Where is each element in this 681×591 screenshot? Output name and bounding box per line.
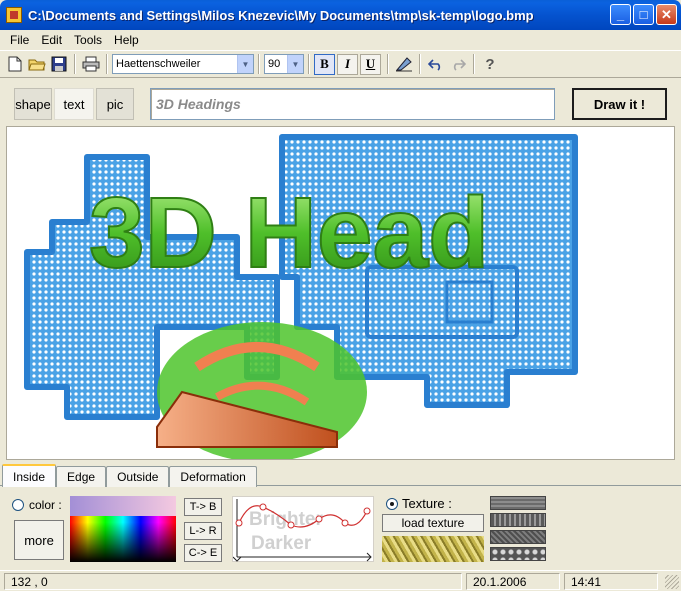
save-icon[interactable]: [48, 53, 70, 75]
direction-left-right-button[interactable]: L-> R: [184, 522, 222, 540]
tab-inside[interactable]: Inside: [2, 464, 57, 487]
texture-preview: [382, 536, 484, 562]
resize-grip-icon[interactable]: [665, 575, 679, 589]
shape-mode-button[interactable]: shape: [14, 88, 52, 120]
redo-icon[interactable]: [447, 53, 469, 75]
curve-graph: [233, 499, 372, 562]
open-folder-icon[interactable]: [26, 53, 48, 75]
clear-icon[interactable]: [393, 53, 415, 75]
menu-tools[interactable]: Tools: [68, 33, 108, 47]
orange-wedge-graphic: [156, 322, 367, 459]
minimize-button[interactable]: _: [610, 4, 631, 25]
new-file-icon[interactable]: [4, 53, 26, 75]
italic-button[interactable]: I: [337, 53, 358, 75]
status-time: 14:41: [564, 573, 658, 590]
texture-swatch-3[interactable]: [490, 530, 546, 544]
text-mode-button[interactable]: text: [54, 88, 94, 120]
window-controls: _ □ ✕: [610, 4, 677, 25]
mode-row: shape text pic 3D Headings Draw it !: [0, 80, 681, 124]
chevron-down-icon[interactable]: ▼: [237, 55, 253, 73]
status-bar: 132 , 0 20.1.2006 14:41: [0, 570, 681, 591]
toolbar: Haettenschweiler ▼ 90 ▼ B I U ?: [0, 50, 681, 78]
toolbar-separator: [106, 54, 108, 74]
toolbar-separator: [419, 54, 421, 74]
texture-option[interactable]: Texture :: [386, 496, 452, 511]
preview-canvas[interactable]: 3D Head: [6, 126, 675, 460]
app-icon: [6, 7, 22, 23]
tab-strip: Inside Edge Outside Deformation: [0, 464, 681, 487]
direction-center-edge-button[interactable]: C-> E: [184, 544, 222, 562]
selected-color-gradient: [70, 496, 176, 516]
menu-bar: File Edit Tools Help: [0, 30, 681, 49]
pic-mode-button[interactable]: pic: [96, 88, 134, 120]
toolbar-separator: [258, 54, 260, 74]
load-texture-button[interactable]: load texture: [382, 514, 484, 532]
tab-outside[interactable]: Outside: [106, 466, 170, 487]
tab-edge[interactable]: Edge: [56, 466, 107, 487]
more-button[interactable]: more: [14, 520, 64, 560]
texture-label: Texture :: [402, 496, 452, 511]
tab-deformation[interactable]: Deformation: [169, 466, 257, 487]
direction-top-bottom-button[interactable]: T-> B: [184, 498, 222, 516]
undo-icon[interactable]: [425, 53, 447, 75]
color-label: color :: [29, 498, 62, 512]
toolbar-separator: [387, 54, 389, 74]
font-name-select[interactable]: Haettenschweiler ▼: [112, 54, 254, 74]
rendered-logo: 3D Head: [24, 127, 657, 459]
bold-button[interactable]: B: [314, 53, 335, 75]
title-bar: C:\Documents and Settings\Milos Knezevic…: [0, 0, 681, 30]
font-size-select[interactable]: 90 ▼: [264, 54, 304, 74]
brightness-curve-editor[interactable]: Brighter Darker: [232, 496, 374, 562]
toolbar-separator: [473, 54, 475, 74]
menu-file[interactable]: File: [4, 33, 35, 47]
window-title: C:\Documents and Settings\Milos Knezevic…: [28, 7, 534, 23]
menu-help[interactable]: Help: [108, 33, 145, 47]
underline-button[interactable]: U: [360, 53, 381, 75]
help-icon[interactable]: ?: [479, 53, 501, 75]
texture-radio[interactable]: [386, 497, 398, 510]
texture-swatch-4[interactable]: [490, 547, 546, 561]
print-icon[interactable]: [80, 53, 102, 75]
texture-swatch-1[interactable]: [490, 496, 546, 510]
maximize-button[interactable]: □: [633, 4, 654, 25]
close-button[interactable]: ✕: [656, 4, 677, 25]
font-name-value: Haettenschweiler: [116, 58, 201, 70]
menu-edit[interactable]: Edit: [35, 33, 68, 47]
toolbar-separator: [308, 54, 310, 74]
color-option[interactable]: color :: [12, 498, 62, 512]
draw-it-button[interactable]: Draw it !: [572, 88, 667, 120]
heading-text-input[interactable]: 3D Headings: [150, 88, 555, 120]
toolbar-separator: [74, 54, 76, 74]
cursor-coordinates: 132 , 0: [4, 573, 462, 590]
font-size-value: 90: [268, 58, 281, 70]
color-radio[interactable]: [12, 499, 24, 511]
headline-text: 3D Head: [89, 177, 489, 289]
status-date: 20.1.2006: [466, 573, 560, 590]
inside-settings-panel: color : more T-> B L-> R C-> E Brighter …: [4, 490, 677, 566]
texture-swatch-2[interactable]: [490, 513, 546, 527]
chevron-down-icon[interactable]: ▼: [287, 55, 303, 73]
